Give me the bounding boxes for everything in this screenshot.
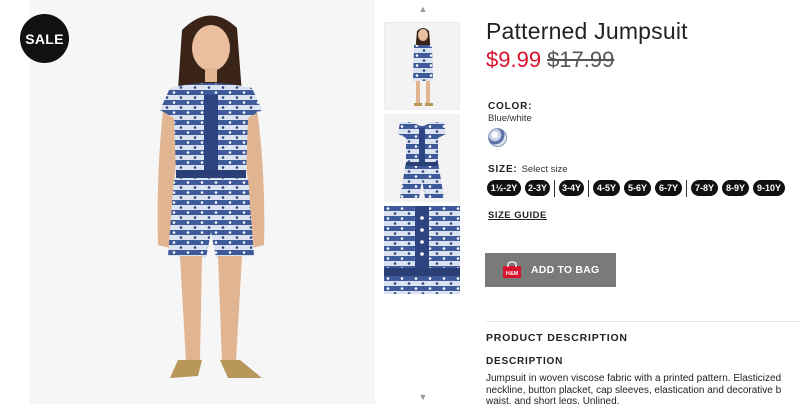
color-swatch-blue-white[interactable]	[488, 128, 507, 147]
bag-icon-logo: H&M	[506, 271, 519, 277]
product-description-heading: PRODUCT DESCRIPTION	[486, 332, 628, 344]
size-option[interactable]: 2-3Y	[525, 180, 550, 196]
size-divider	[554, 179, 555, 197]
size-option[interactable]: 8-9Y	[722, 180, 749, 196]
add-to-bag-button[interactable]: H&M ADD TO BAG	[485, 253, 616, 287]
add-to-bag-label: ADD TO BAG	[531, 264, 600, 276]
price-row: $9.99 $17.99	[486, 47, 614, 73]
size-hint: Select size	[521, 164, 568, 175]
size-divider	[588, 179, 589, 197]
description-line: waist, and short legs. Unlined.	[486, 396, 620, 404]
color-value: Blue/white	[488, 113, 532, 124]
product-info-panel: Patterned Jumpsuit $9.99 $17.99 COLOR: Bl…	[485, 0, 800, 404]
sale-badge: SALE	[20, 14, 69, 63]
thumbnail-1[interactable]	[384, 22, 460, 110]
size-option[interactable]: 5-6Y	[624, 180, 651, 196]
description-line: Jumpsuit in woven viscose fabric with a …	[486, 373, 782, 384]
main-product-image[interactable]	[30, 0, 375, 404]
size-option[interactable]: 9-10Y	[753, 180, 785, 196]
size-options: 1½-2Y 2-3Y 3-4Y 4-5Y 5-6Y 6-7Y 7-8Y 8-9Y…	[487, 179, 789, 197]
size-option[interactable]: 1½-2Y	[487, 180, 521, 196]
scroll-down-arrow-icon[interactable]: ▼	[378, 392, 468, 402]
thumbnail-strip: ▲ ▼	[378, 0, 468, 404]
size-guide-link[interactable]: SIZE GUIDE	[488, 210, 547, 221]
thumbnail-2[interactable]	[384, 114, 460, 202]
thumbnail-flat-image	[398, 122, 446, 198]
size-option[interactable]: 7-8Y	[691, 180, 718, 196]
product-title: Patterned Jumpsuit	[486, 18, 688, 44]
description-subheading: DESCRIPTION	[486, 356, 564, 367]
thumbnail-detail-image	[384, 206, 460, 294]
sale-price: $9.99	[486, 47, 542, 72]
description-text: Jumpsuit in woven viscose fabric with a …	[486, 373, 800, 404]
size-option[interactable]: 6-7Y	[655, 180, 682, 196]
size-option[interactable]: 4-5Y	[593, 180, 620, 196]
scroll-up-arrow-icon[interactable]: ▲	[378, 4, 468, 14]
section-divider	[486, 321, 800, 322]
thumbnail-3[interactable]	[384, 206, 460, 294]
shopping-bag-icon: H&M	[503, 261, 521, 278]
size-label-row: SIZE: Select size	[488, 164, 568, 175]
original-price: $17.99	[547, 47, 615, 72]
description-line: neckline, button placket, cap sleeves, e…	[486, 384, 782, 396]
size-label: SIZE:	[488, 164, 518, 175]
thumbnail-model-image	[413, 28, 433, 106]
size-option[interactable]: 3-4Y	[559, 180, 584, 196]
size-divider	[686, 179, 687, 197]
product-photo	[157, 15, 265, 378]
color-label: COLOR:	[488, 101, 533, 112]
